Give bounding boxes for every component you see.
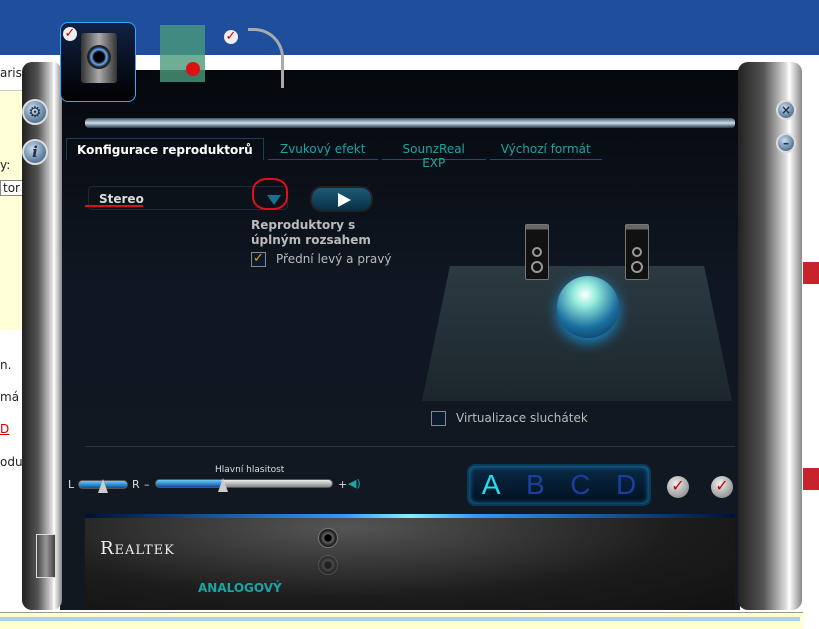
analog-jack-icon[interactable] xyxy=(318,528,338,548)
front-lr-checkbox[interactable]: ✓ xyxy=(251,252,266,267)
bg-text: D xyxy=(0,422,10,436)
minimize-button[interactable]: – xyxy=(776,133,796,153)
left-speaker-icon[interactable] xyxy=(525,224,549,280)
header-glow xyxy=(85,118,735,128)
device-microphone-tab[interactable]: ✓ xyxy=(222,22,298,102)
bg-text: tor xyxy=(0,180,23,196)
apply-check-button[interactable]: ✓ xyxy=(711,476,733,498)
ok-check-button[interactable]: ✓ xyxy=(667,476,689,498)
balance-right-label: R xyxy=(132,478,140,491)
profile-a[interactable]: A xyxy=(482,469,501,501)
background-window-right xyxy=(803,80,819,629)
bg-text: odu xyxy=(0,455,23,469)
headphone-virtualization-checkbox[interactable] xyxy=(431,411,446,426)
tab-default-format[interactable]: Výchozí formát xyxy=(489,138,602,160)
bg-text: y: xyxy=(0,158,11,172)
close-button[interactable]: × xyxy=(776,100,796,120)
play-test-button[interactable] xyxy=(310,186,373,212)
annotation-underline xyxy=(85,205,143,207)
volume-plus: + xyxy=(338,478,348,491)
dropdown-value: Stereo xyxy=(99,192,144,206)
profile-b[interactable]: B xyxy=(526,469,545,501)
tab-sound-effect[interactable]: Zvukový efekt xyxy=(267,138,378,160)
battery-icon xyxy=(36,534,56,578)
listener-sphere xyxy=(557,276,619,338)
bg-red-header xyxy=(803,262,819,284)
main-volume-slider[interactable] xyxy=(155,478,333,492)
check-icon: ✓ xyxy=(63,26,77,41)
check-icon: ✓ xyxy=(224,29,238,44)
bg-text: n. xyxy=(0,358,12,372)
bg-red-header xyxy=(803,468,819,490)
speaker-icon xyxy=(81,33,117,83)
bg-text: aris xyxy=(0,66,22,80)
balance-slider[interactable] xyxy=(78,479,128,493)
analog-jack-icon[interactable] xyxy=(318,555,338,575)
main-volume-title: Hlavní hlasitost xyxy=(215,465,285,475)
right-speaker-icon[interactable] xyxy=(625,224,649,280)
settings-gear-button[interactable]: ⚙ xyxy=(22,99,48,125)
connector-label: ANALOGOVÝ xyxy=(198,581,282,595)
tab-speaker-configuration[interactable]: Konfigurace reproduktorů xyxy=(66,138,264,160)
bg-text: má xyxy=(0,390,20,404)
connector-panel xyxy=(85,518,735,610)
tab-sounzreal-exp[interactable]: SounzReal EXP xyxy=(381,138,486,170)
speaker-volume-icon[interactable]: ◀) xyxy=(348,477,361,490)
divider xyxy=(85,446,735,447)
profile-c[interactable]: C xyxy=(570,469,590,501)
full-range-title: Reproduktory s úplným rozsahem xyxy=(251,218,371,247)
realtek-logo: Realtek xyxy=(100,538,175,559)
annotation-circle xyxy=(252,178,288,210)
device-speakers-tab[interactable]: ✓ xyxy=(60,22,136,102)
profile-selector: A B C D xyxy=(467,464,651,506)
microphone-icon xyxy=(248,28,284,88)
settings-tabs: Konfigurace reproduktorů Zvukový efekt S… xyxy=(66,138,602,170)
headphone-virtualization-label: Virtualizace sluchátek xyxy=(456,411,588,425)
balance-left-label: L xyxy=(68,478,75,491)
device-digital-tab[interactable] xyxy=(150,22,226,102)
front-lr-label: Přední levý a pravý xyxy=(276,252,392,266)
profile-d[interactable]: D xyxy=(616,469,636,501)
volume-minus: – xyxy=(144,478,150,491)
background-strip xyxy=(0,612,803,629)
record-dot-icon xyxy=(186,62,200,76)
info-button[interactable]: i xyxy=(22,139,48,165)
